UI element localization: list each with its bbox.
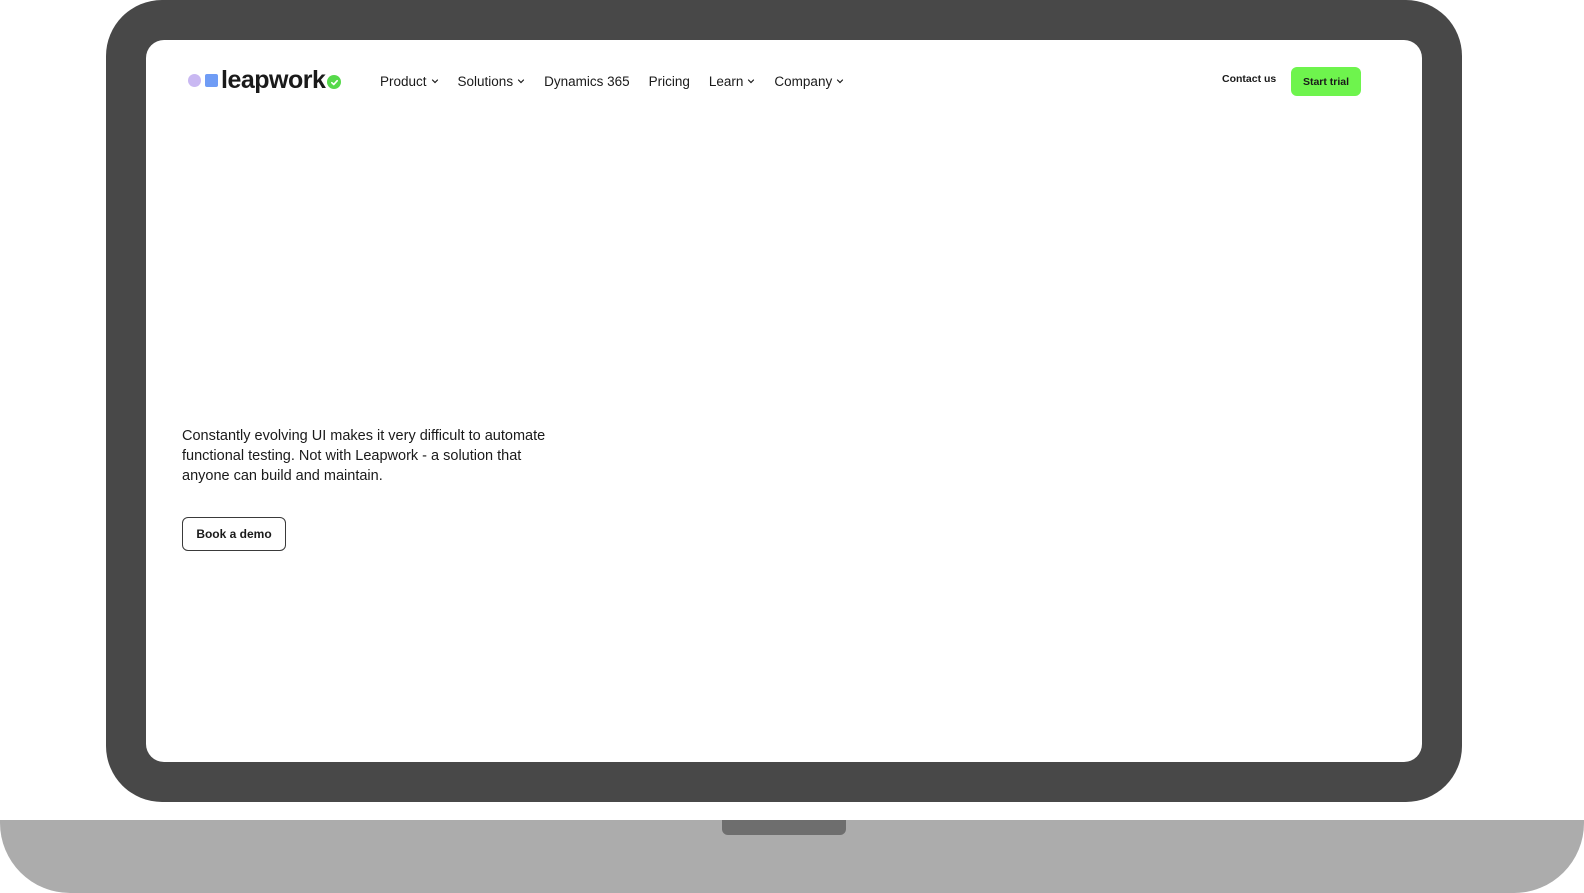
nav-item-label: Company [774,73,833,89]
chevron-down-icon [431,79,438,84]
start-trial-button[interactable]: Start trial [1291,67,1361,96]
nav-item-label: Dynamics 365 [544,73,630,89]
hero-description: Constantly evolving UI makes it very dif… [182,428,546,484]
nav-item-label: Product [380,73,427,89]
page-stage: leapwork Product Solutions Dynamics 365 … [0,0,1584,893]
nav-item-solutions[interactable]: Solutions [458,74,526,89]
nav-item-product[interactable]: Product [380,74,439,89]
nav-item-dynamics-365[interactable]: Dynamics 365 [544,74,630,89]
nav-item-pricing[interactable]: Pricing [649,74,690,89]
logo-check-icon [327,75,342,89]
logo-circle-icon [188,73,201,87]
contact-us-link[interactable]: Contact us [1222,73,1276,85]
nav-item-label: Solutions [457,73,514,89]
nav-item-label: Pricing [648,73,690,89]
main-nav: Product Solutions Dynamics 365 Pricing L… [380,71,863,91]
nav-item-company[interactable]: Company [774,74,844,89]
laptop-notch [722,820,846,835]
nav-item-label: Learn [708,73,744,89]
logo-wordmark: leapwork [221,65,326,94]
logo-square-icon [205,73,218,87]
laptop-screen: leapwork Product Solutions Dynamics 365 … [146,40,1422,762]
chevron-down-icon [837,79,844,84]
book-demo-button[interactable]: Book a demo [182,517,286,551]
leapwork-logo[interactable]: leapwork [188,64,342,96]
chevron-down-icon [517,79,525,84]
chevron-down-icon [748,79,755,84]
nav-item-learn[interactable]: Learn [709,74,756,89]
